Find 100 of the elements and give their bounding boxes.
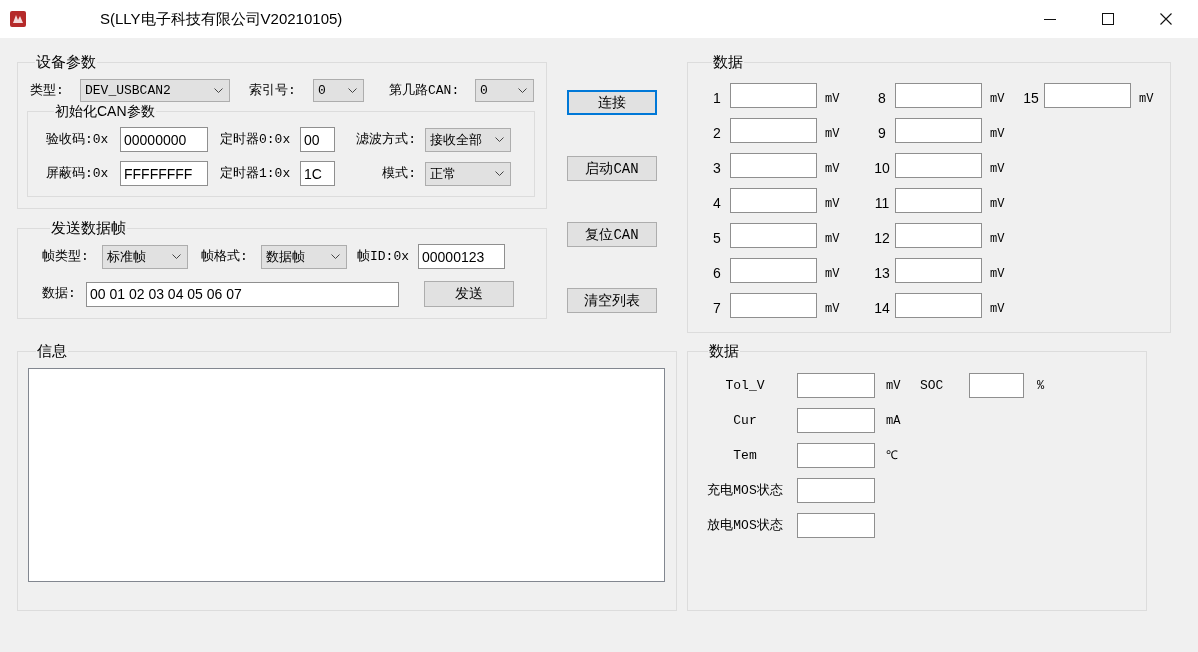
action-button[interactable]: 复位CAN [567,222,657,247]
unit-label: mV [990,162,1005,176]
channel-number: 10 [874,160,890,176]
close-icon[interactable] [1160,13,1172,25]
input-field[interactable] [895,258,982,283]
input-field[interactable] [895,223,982,248]
field-label: 帧格式: [201,248,248,265]
input-field[interactable] [797,408,875,433]
input-field[interactable] [969,373,1024,398]
chevron-down-icon [214,88,223,93]
unit-label: mV [825,267,840,281]
unit-label: mV [990,232,1005,246]
dropdown[interactable]: DEV_USBCAN2 [80,79,230,102]
input-field[interactable] [730,83,817,108]
field-label: 充电MOS状态 [707,482,783,499]
input-field[interactable]: 00000000 [120,127,208,152]
action-button[interactable]: 启动CAN [567,156,657,181]
dropdown[interactable]: 0 [313,79,364,102]
chevron-down-icon [172,254,181,259]
field-label: 定时器0:0x [220,131,291,148]
field-label: 滤波方式: [356,131,416,148]
field-label: Tem [733,447,757,464]
group-title: 数据 [708,342,740,360]
input-field[interactable]: 00 01 02 03 04 05 06 07 [86,281,399,307]
channel-number: 7 [713,300,721,316]
send-button[interactable]: 发送 [424,281,514,307]
channel-number: 2 [713,125,721,141]
input-field[interactable] [895,118,982,143]
unit-label: mA [886,413,901,428]
unit-label: mV [825,197,840,211]
chevron-down-icon [518,88,527,93]
input-field[interactable] [895,83,982,108]
chevron-down-icon [348,88,357,93]
input-field[interactable] [730,258,817,283]
input-field[interactable] [797,373,875,398]
chevron-down-icon [331,254,340,259]
field-label: Cur [733,412,757,429]
unit-label: mV [1139,92,1154,106]
field-label: 帧ID:0x [357,248,409,265]
input-field[interactable] [730,188,817,213]
chevron-down-icon [495,171,504,176]
unit-label: mV [990,267,1005,281]
unit-label: mV [990,302,1005,316]
unit-label: mV [825,127,840,141]
field-label: 模式: [382,165,416,182]
input-field[interactable] [730,293,817,318]
field-label: 索引号: [249,82,296,99]
input-field[interactable] [730,223,817,248]
dropdown[interactable]: 正常 [425,161,511,186]
channel-number: 6 [713,265,721,281]
input-field[interactable]: 00000123 [418,244,505,269]
maximize-icon[interactable] [1102,13,1114,25]
field-label: 验收码:0x [46,131,109,148]
input-field[interactable] [797,478,875,503]
channel-number: 1 [713,90,721,106]
input-field[interactable] [895,293,982,318]
unit-label: ℃ [886,448,898,463]
input-field[interactable] [797,513,875,538]
input-field[interactable]: 00 [300,127,335,152]
unit-label: % [1037,378,1045,393]
action-button[interactable]: 连接 [567,90,657,115]
field-label: 屏蔽码:0x [46,165,109,182]
group-title: 数据 [712,53,744,71]
field-label: SOC [920,377,944,394]
input-field[interactable] [895,153,982,178]
group-title: 信息 [36,342,68,360]
channel-number: 14 [874,300,890,316]
field-label: 类型: [30,82,64,99]
field-label: Tol_V [725,377,765,394]
unit-label: mV [990,197,1005,211]
unit-label: mV [990,92,1005,106]
input-field[interactable] [895,188,982,213]
channel-number: 15 [1023,90,1039,106]
channel-number: 12 [874,230,890,246]
unit-label: mV [825,162,840,176]
unit-label: mV [825,232,840,246]
dropdown[interactable]: 接收全部 [425,127,511,152]
field-label: 第几路CAN: [389,82,460,99]
channel-number: 13 [874,265,890,281]
dropdown[interactable]: 标准帧 [102,244,188,269]
group-title: 初始化CAN参数 [54,102,156,120]
input-field[interactable] [730,153,817,178]
channel-number: 8 [878,90,886,106]
input-field[interactable] [730,118,817,143]
group-title: 发送数据帧 [50,219,127,237]
input-field[interactable] [797,443,875,468]
unit-label: mV [886,378,901,393]
field-label: 放电MOS状态 [707,517,783,534]
dropdown[interactable]: 0 [475,79,534,102]
minimize-icon[interactable] [1044,18,1056,20]
action-button[interactable]: 清空列表 [567,288,657,313]
window-title: S(LLY电子科技有限公司V20210105) [100,9,343,29]
input-field[interactable]: 1C [300,161,335,186]
group-title: 设备参数 [35,53,97,71]
dropdown[interactable]: 数据帧 [261,244,347,269]
input-field[interactable] [1044,83,1131,108]
input-field[interactable]: FFFFFFFF [120,161,208,186]
unit-label: mV [825,302,840,316]
channel-number: 3 [713,160,721,176]
app-icon [10,11,26,27]
